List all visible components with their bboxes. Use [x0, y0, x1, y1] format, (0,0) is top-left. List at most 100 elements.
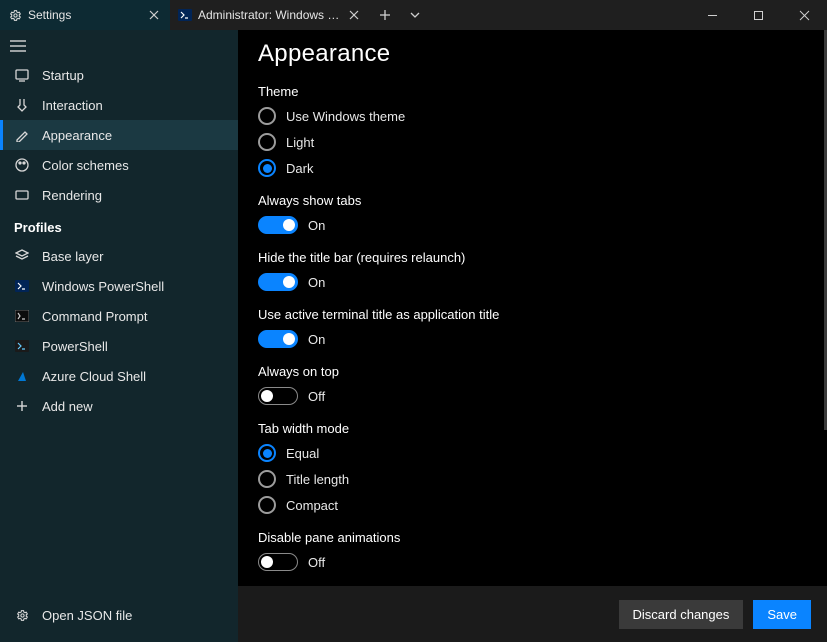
- scrollbar[interactable]: [821, 30, 827, 586]
- toggle-state: On: [308, 332, 325, 347]
- setting-label: Always show tabs: [258, 193, 807, 208]
- sidebar-profile-base-layer[interactable]: Base layer: [0, 241, 238, 271]
- content-area: Appearance Theme Use Windows theme Light…: [238, 30, 827, 642]
- sidebar-item-label: Startup: [42, 68, 84, 83]
- theme-section: Theme Use Windows theme Light Dark: [258, 84, 807, 177]
- sidebar-profile-command-prompt[interactable]: Command Prompt: [0, 301, 238, 331]
- sidebar-item-label: Azure Cloud Shell: [42, 369, 146, 384]
- use-active-title-toggle[interactable]: [258, 330, 298, 348]
- sidebar: Startup Interaction Appearance Color sch…: [0, 30, 238, 642]
- sidebar-item-label: Color schemes: [42, 158, 129, 173]
- palette-icon: [14, 157, 30, 173]
- hide-title-bar-toggle[interactable]: [258, 273, 298, 291]
- sidebar-item-label: PowerShell: [42, 339, 108, 354]
- radio-label: Use Windows theme: [286, 109, 405, 124]
- always-on-top-section: Always on top Off: [258, 364, 807, 405]
- setting-label: Disable pane animations: [258, 530, 807, 545]
- appearance-icon: [14, 127, 30, 143]
- sidebar-item-label: Interaction: [42, 98, 103, 113]
- radio-icon: [258, 470, 276, 488]
- theme-option-light[interactable]: Light: [258, 133, 807, 151]
- radio-label: Title length: [286, 472, 349, 487]
- always-show-tabs-toggle[interactable]: [258, 216, 298, 234]
- gear-icon: [14, 607, 30, 623]
- profiles-header: Profiles: [0, 210, 238, 241]
- disable-pane-anim-toggle[interactable]: [258, 553, 298, 571]
- toggle-state: On: [308, 275, 325, 290]
- title-bar: Settings Administrator: Windows PowerS: [0, 0, 827, 30]
- sidebar-item-startup[interactable]: Startup: [0, 60, 238, 90]
- sidebar-item-color-schemes[interactable]: Color schemes: [0, 150, 238, 180]
- dropdown-button[interactable]: [400, 9, 430, 21]
- radio-icon: [258, 107, 276, 125]
- tab-width-title-length[interactable]: Title length: [258, 470, 807, 488]
- plus-icon: [14, 398, 30, 414]
- setting-label: Always on top: [258, 364, 807, 379]
- layers-icon: [14, 248, 30, 264]
- sidebar-item-label: Base layer: [42, 249, 103, 264]
- sidebar-item-appearance[interactable]: Appearance: [0, 120, 238, 150]
- gear-icon: [8, 8, 22, 22]
- close-icon[interactable]: [146, 7, 162, 23]
- radio-icon: [258, 444, 276, 462]
- sidebar-profile-azure[interactable]: Azure Cloud Shell: [0, 361, 238, 391]
- toggle-state: Off: [308, 555, 325, 570]
- tab-settings[interactable]: Settings: [0, 0, 170, 30]
- tab-powershell[interactable]: Administrator: Windows PowerS: [170, 0, 370, 30]
- theme-label: Theme: [258, 84, 807, 99]
- tab-width-section: Tab width mode Equal Title length Compac…: [258, 421, 807, 514]
- disable-pane-anim-section: Disable pane animations Off: [258, 530, 807, 571]
- tab-width-equal[interactable]: Equal: [258, 444, 807, 462]
- theme-option-dark[interactable]: Dark: [258, 159, 807, 177]
- powershell-icon: [178, 8, 192, 22]
- radio-icon: [258, 496, 276, 514]
- always-show-tabs-section: Always show tabs On: [258, 193, 807, 234]
- sidebar-profile-powershell[interactable]: PowerShell: [0, 331, 238, 361]
- new-tab-button[interactable]: [370, 9, 400, 21]
- sidebar-item-rendering[interactable]: Rendering: [0, 180, 238, 210]
- sidebar-item-label: Add new: [42, 399, 93, 414]
- sidebar-add-new[interactable]: Add new: [0, 391, 238, 421]
- minimize-button[interactable]: [689, 0, 735, 30]
- powershell-icon: [14, 278, 30, 294]
- interaction-icon: [14, 97, 30, 113]
- tab-title: Administrator: Windows PowerS: [198, 8, 340, 22]
- cmd-icon: [14, 308, 30, 324]
- radio-icon: [258, 159, 276, 177]
- sidebar-profile-windows-powershell[interactable]: Windows PowerShell: [0, 271, 238, 301]
- close-icon[interactable]: [346, 7, 362, 23]
- setting-label: Hide the title bar (requires relaunch): [258, 250, 807, 265]
- sidebar-item-label: Command Prompt: [42, 309, 147, 324]
- sidebar-item-interaction[interactable]: Interaction: [0, 90, 238, 120]
- sidebar-item-label: Appearance: [42, 128, 112, 143]
- sidebar-item-label: Open JSON file: [42, 608, 132, 623]
- page-title: Appearance: [258, 40, 807, 68]
- toggle-state: On: [308, 218, 325, 233]
- theme-option-windows[interactable]: Use Windows theme: [258, 107, 807, 125]
- maximize-button[interactable]: [735, 0, 781, 30]
- setting-label: Use active terminal title as application…: [258, 307, 807, 322]
- radio-icon: [258, 133, 276, 151]
- sidebar-item-label: Rendering: [42, 188, 102, 203]
- discard-button[interactable]: Discard changes: [619, 600, 744, 629]
- save-button[interactable]: Save: [753, 600, 811, 629]
- tab-title: Settings: [28, 8, 140, 22]
- azure-icon: [14, 368, 30, 384]
- use-active-title-section: Use active terminal title as application…: [258, 307, 807, 348]
- hamburger-button[interactable]: [0, 36, 238, 60]
- radio-label: Compact: [286, 498, 338, 513]
- rendering-icon: [14, 187, 30, 203]
- hide-title-bar-section: Hide the title bar (requires relaunch) O…: [258, 250, 807, 291]
- tab-width-compact[interactable]: Compact: [258, 496, 807, 514]
- powershell7-icon: [14, 338, 30, 354]
- always-on-top-toggle[interactable]: [258, 387, 298, 405]
- radio-label: Dark: [286, 161, 313, 176]
- toggle-state: Off: [308, 389, 325, 404]
- setting-label: Tab width mode: [258, 421, 807, 436]
- tab-controls: [370, 0, 430, 30]
- radio-label: Equal: [286, 446, 319, 461]
- close-window-button[interactable]: [781, 0, 827, 30]
- sidebar-open-json[interactable]: Open JSON file: [0, 600, 238, 630]
- radio-label: Light: [286, 135, 314, 150]
- startup-icon: [14, 67, 30, 83]
